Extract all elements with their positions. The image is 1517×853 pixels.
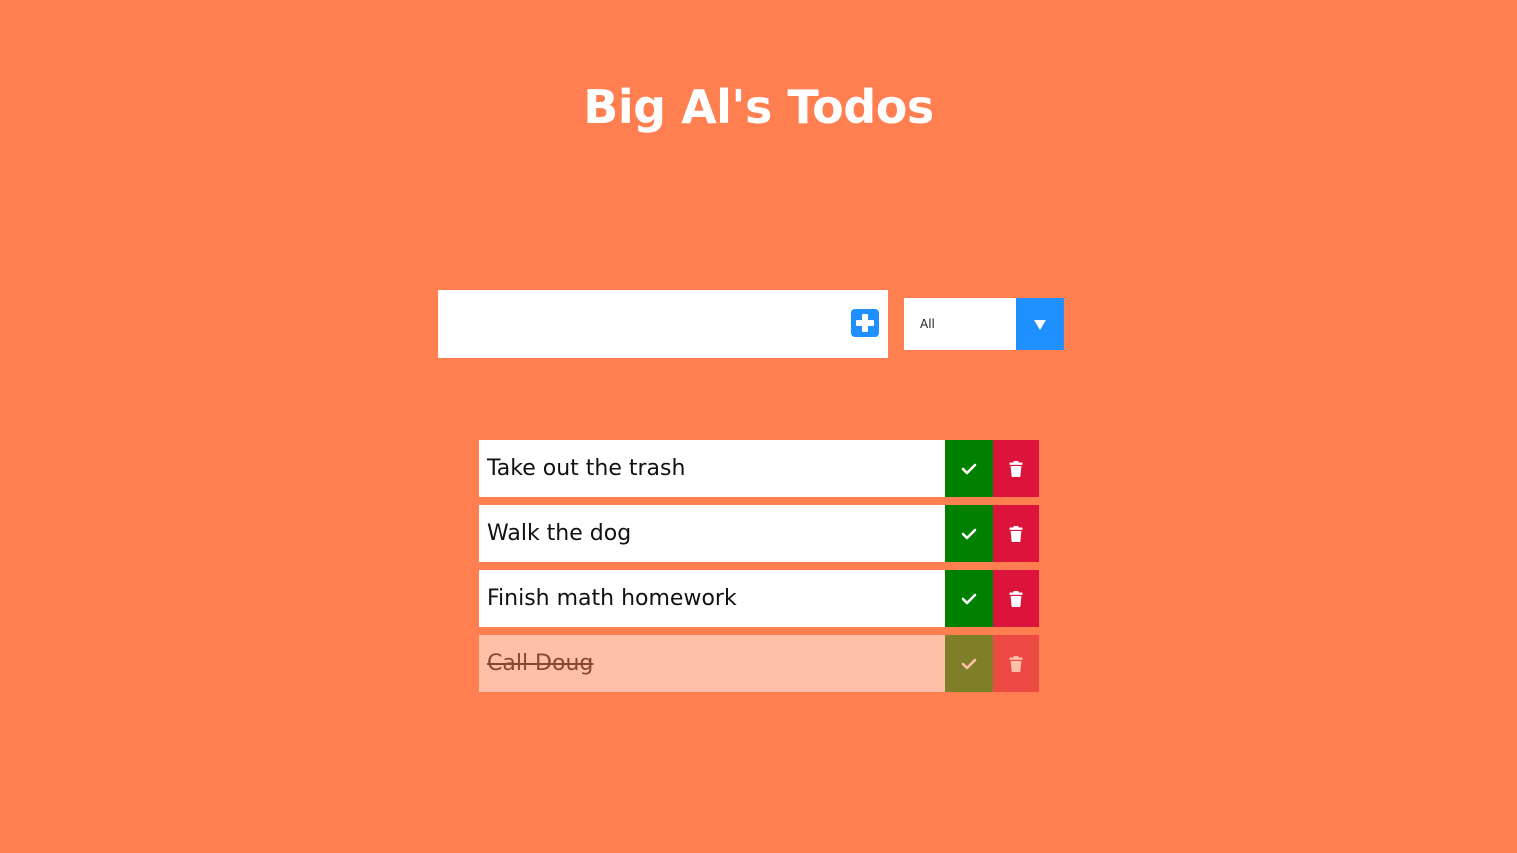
- delete-button[interactable]: [993, 440, 1039, 497]
- filter-dropdown-toggle[interactable]: [1016, 298, 1064, 350]
- todo-item: Take out the trash: [479, 440, 1039, 497]
- todo-list: Take out the trash Walk the dog Finish m…: [479, 440, 1039, 700]
- check-icon: [961, 463, 977, 474]
- delete-button[interactable]: [993, 505, 1039, 562]
- todo-item: Finish math homework: [479, 570, 1039, 627]
- complete-button[interactable]: [945, 635, 993, 692]
- todo-item: Walk the dog: [479, 505, 1039, 562]
- todo-text: Call Doug: [487, 651, 594, 676]
- check-icon: [961, 658, 977, 669]
- caret-down-icon: [1034, 320, 1046, 330]
- delete-button[interactable]: [993, 635, 1039, 692]
- trash-icon: [1009, 525, 1023, 542]
- check-icon: [961, 593, 977, 604]
- todo-text: Walk the dog: [487, 521, 632, 546]
- complete-button[interactable]: [945, 505, 993, 562]
- todo-item: Call Doug: [479, 635, 1039, 692]
- trash-icon: [1009, 590, 1023, 607]
- trash-icon: [1009, 655, 1023, 672]
- todo-text: Finish math homework: [487, 586, 737, 611]
- delete-button[interactable]: [993, 570, 1039, 627]
- complete-button[interactable]: [945, 570, 993, 627]
- todo-form: [438, 290, 888, 358]
- todo-input[interactable]: [438, 290, 838, 358]
- plus-square-icon: [856, 314, 874, 332]
- page-title: Big Al's Todos: [583, 80, 934, 134]
- add-todo-button[interactable]: [851, 309, 879, 337]
- complete-button[interactable]: [945, 440, 993, 497]
- check-icon: [961, 528, 977, 539]
- trash-icon: [1009, 460, 1023, 477]
- todo-text: Take out the trash: [487, 456, 686, 481]
- todo-app: Big Al's Todos All Take out the trash Wa…: [0, 0, 1517, 853]
- filter-select[interactable]: All: [904, 298, 1064, 350]
- filter-selected-value: All: [920, 317, 935, 331]
